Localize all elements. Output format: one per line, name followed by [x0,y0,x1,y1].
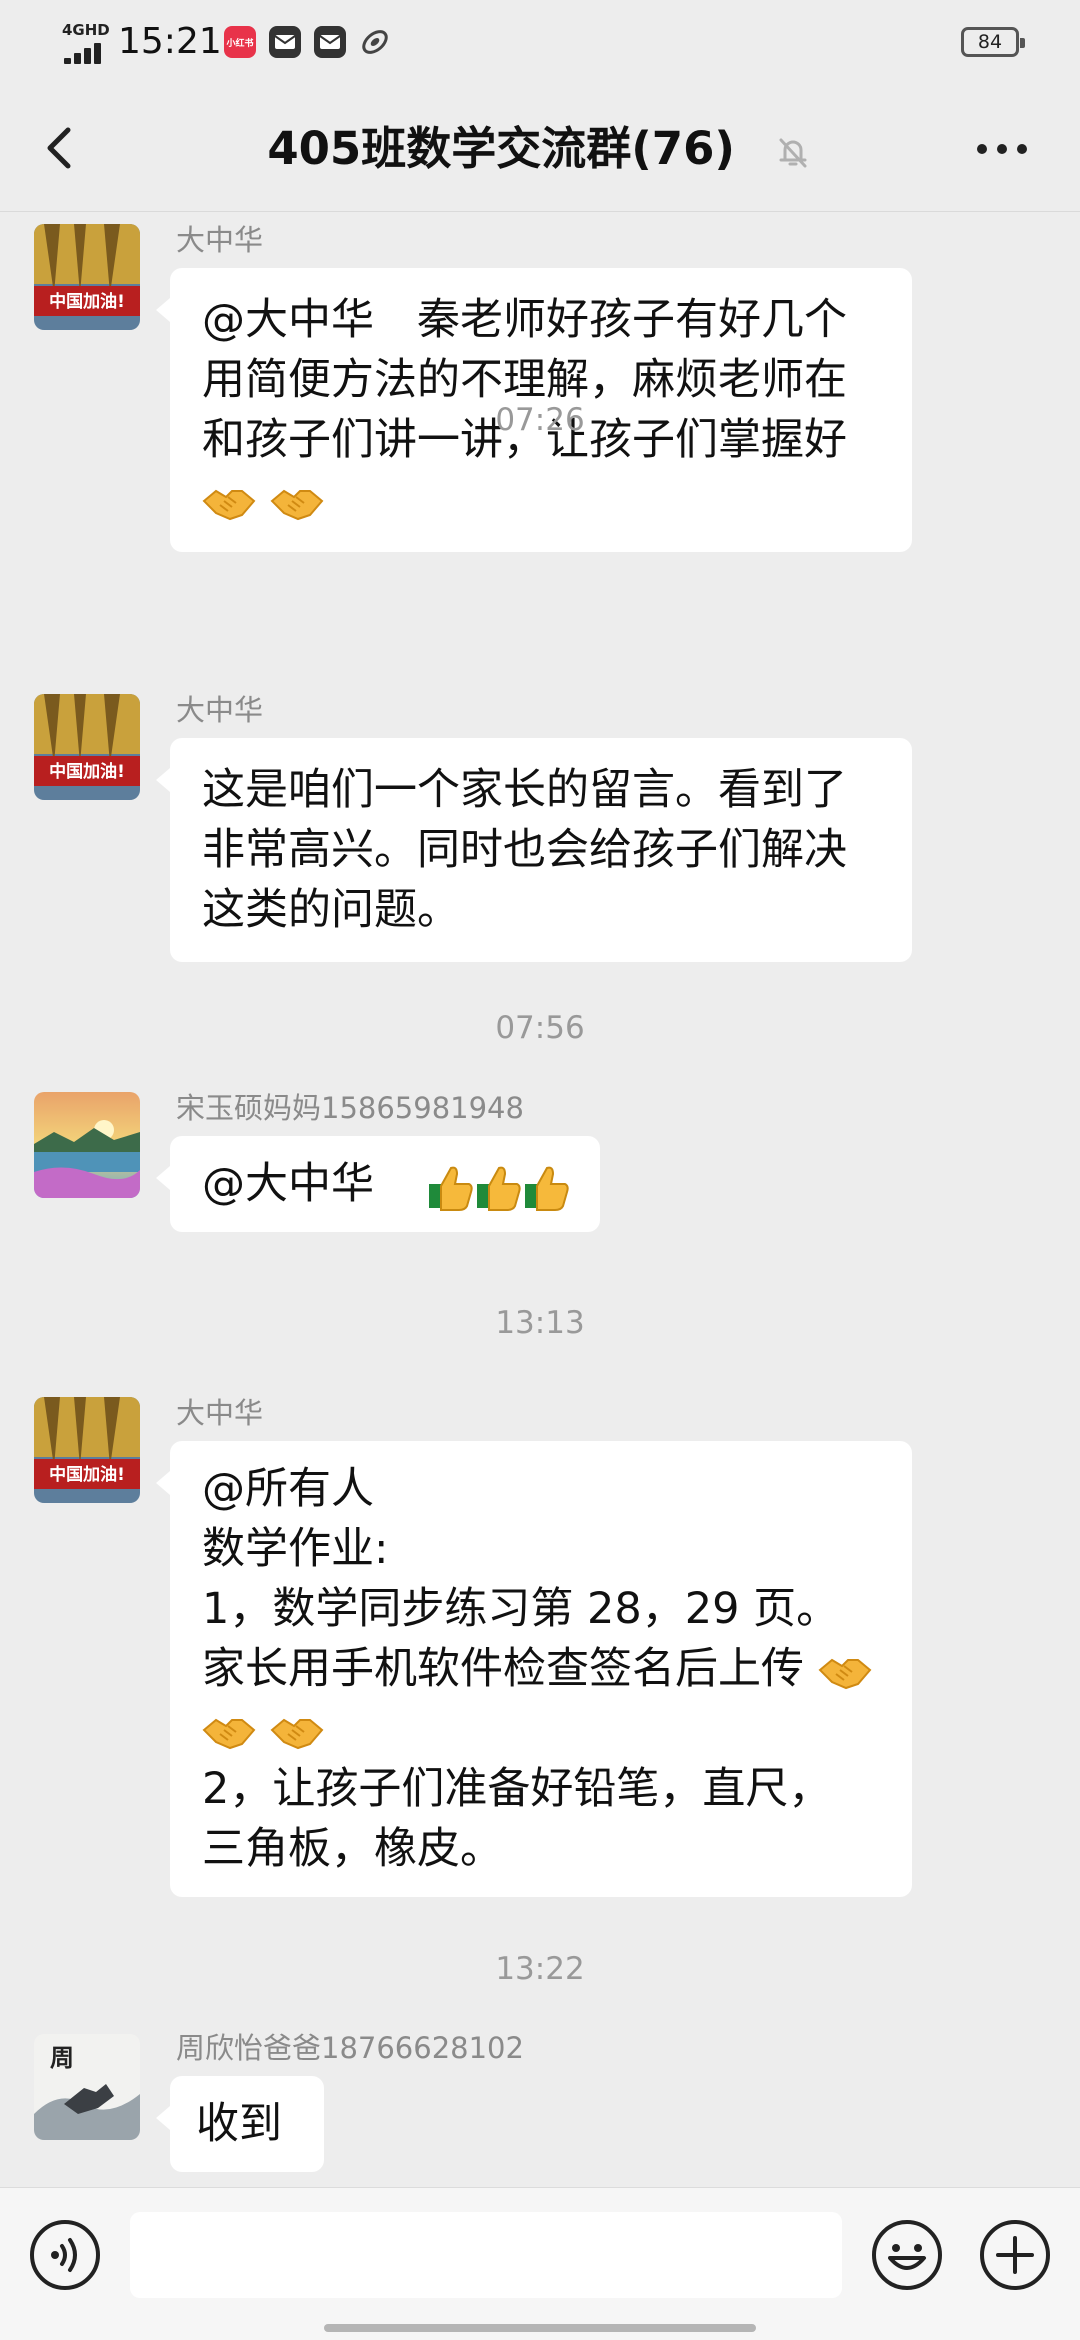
avatar-image: 中国加油! [34,224,140,330]
mail-notification-icon [269,26,301,58]
avatar[interactable] [34,1092,140,1198]
message-input[interactable] [130,2212,842,2298]
sender-name: 周欣怡爸爸18766628102 [176,2031,524,2065]
avatar[interactable]: 中国加油! [34,694,140,800]
sender-name: 大中华 [176,1396,264,1430]
message-text: 1，数学同步练习第 28，29 页。 [202,1584,840,1634]
handshake-emoji [202,1718,256,1749]
message-bubble[interactable]: @所有人 数学作业: 1，数学同步练习第 28，29 页。 家长用手机软件检查签… [156,1441,912,1897]
avatar[interactable]: 周 [34,2034,140,2140]
battery-icon: 84 [961,27,1025,57]
avatar-badge-text: 中国加油! [49,1464,125,1485]
avatar-badge-text: 中国加油! [49,291,125,312]
bell-off-icon [779,138,807,168]
avatar-image: 中国加油! [34,694,140,800]
message-line: 家长用手机软件检查签名后上传 [202,1639,880,1699]
thumbs-up-emoji [525,1166,569,1211]
more-dots-icon [977,144,1027,154]
message-text: @大中华 [202,1159,374,1209]
emoji-line [202,470,880,530]
message-line: @大中华 [202,1154,569,1214]
plus-button[interactable] [978,2218,1052,2292]
link-notification-icon [359,26,391,58]
message-text: 收到 [196,2099,282,2149]
thumbs-up-emoji [429,1166,473,1211]
battery-level: 84 [977,31,1003,53]
chat-screen: 4GHD 15:21 小红书 84 405班数学交流群(76) 中国加油! 大中… [0,0,1080,2340]
voice-icon [30,2220,100,2290]
mail-notification-icon-2 [314,26,346,58]
timestamp: 07:26 [495,402,585,438]
avatar-image: 中国加油! [34,1397,140,1503]
avatar-seal: 周 [50,2043,74,2072]
sender-name: 大中华 [176,693,264,727]
more-button[interactable] [970,124,1034,174]
message-text: 家长用手机软件检查签名后上传 [202,1644,804,1694]
message-text: 这类的问题。 [202,885,460,935]
status-bar: 4GHD 15:21 小红书 84 [0,0,1080,84]
avatar-image: 周 [34,2034,140,2140]
plus-circle-icon [980,2220,1050,2290]
chat-header: 405班数学交流群(76) [0,84,1080,212]
message-text: 非常高兴。同时也会给孩子们解决 [202,825,847,875]
emoji-button[interactable] [870,2218,944,2292]
message-list[interactable]: 中国加油! 大中华 @大中华 秦老师好孩子有好几个 用简便方法的不理解，麻烦老师… [0,212,1080,2187]
emoji-line [202,1699,880,1759]
handshake-emoji [202,489,256,520]
timestamp: 07:56 [495,1010,585,1046]
avatar[interactable]: 中国加油! [34,1397,140,1503]
network-type: 4GHD [62,21,110,39]
voice-button[interactable] [28,2218,102,2292]
home-indicator[interactable] [324,2324,756,2332]
message-text: 三角板，橡皮。 [202,1824,503,1874]
message-bubble[interactable]: 这是咱们一个家长的留言。看到了 非常高兴。同时也会给孩子们解决 这类的问题。 [156,738,912,962]
avatar-image [34,1092,140,1198]
app-badge-text: 小红书 [226,38,254,49]
handshake-emoji [270,1718,324,1749]
signal-icon [64,42,110,64]
avatar[interactable]: 中国加油! [34,224,140,330]
status-time: 15:21 [118,21,222,62]
sender-name: 宋玉硕妈妈15865981948 [176,1091,524,1125]
app-notification-icon: 小红书 [224,26,256,58]
timestamp: 13:13 [495,1305,585,1341]
avatar-badge-text: 中国加油! [49,761,125,782]
message-text: @大中华 秦老师好孩子有好几个 [202,295,847,345]
chat-title-row: 405班数学交流群(76) [0,118,1080,180]
input-bar [0,2187,1080,2340]
chat-title: 405班数学交流群(76) [267,122,736,175]
handshake-emoji [270,489,324,520]
message-bubble[interactable]: 收到 [156,2076,324,2172]
handshake-emoji [818,1658,872,1689]
message-text: 数学作业: [202,1524,389,1574]
thumbs-up-emoji [477,1166,521,1211]
message-text: @所有人 [202,1464,374,1514]
sender-name: 大中华 [176,223,264,257]
message-text: 这是咱们一个家长的留言。看到了 [202,765,847,815]
emoji-face-icon [872,2220,942,2290]
message-text: 2，让孩子们准备好铅笔，直尺， [202,1764,832,1814]
message-bubble[interactable]: @大中华 [156,1136,600,1232]
timestamp: 13:22 [495,1951,585,1987]
